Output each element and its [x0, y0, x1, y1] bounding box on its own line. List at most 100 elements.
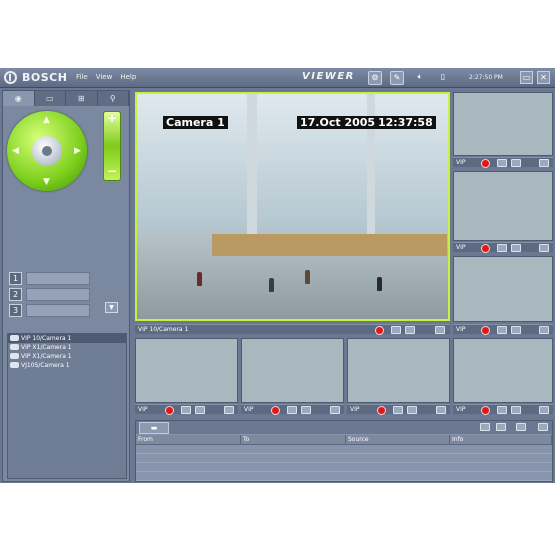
column-source[interactable]: Source	[346, 435, 450, 445]
record-button[interactable]	[377, 406, 386, 415]
pan-up-icon[interactable]: ▲	[43, 115, 50, 125]
title-bar: BOSCH File View Help VIEWER ⚙ ✎ 🔈︎ ▯ 2:2…	[0, 68, 555, 88]
pan-left-icon[interactable]: ◀	[12, 146, 19, 156]
thumbnail-video[interactable]	[453, 92, 553, 156]
thumbnail-video[interactable]	[453, 171, 553, 241]
event-log: ▬ From To Source Info	[135, 420, 553, 482]
print-icon[interactable]	[181, 406, 191, 414]
table-row[interactable]	[136, 455, 552, 463]
maximize-icon[interactable]	[539, 244, 549, 252]
camera-tree-item[interactable]: VJ10S/Camera 1	[8, 361, 126, 370]
pan-right-icon[interactable]: ▶	[74, 146, 81, 156]
maximize-icon[interactable]	[435, 326, 445, 334]
camera-tree: VIP 10/Camera 1 VIP X1/Camera 1 VIP X1/C…	[7, 333, 127, 479]
print-icon[interactable]	[393, 406, 403, 414]
tab-layout[interactable]: ⊞	[66, 91, 98, 106]
table-row[interactable]	[136, 464, 552, 472]
print-icon[interactable]	[497, 406, 507, 414]
preset-1-field[interactable]	[26, 272, 90, 285]
snapshot-icon[interactable]	[511, 159, 521, 167]
thumbnail-video[interactable]	[135, 338, 238, 403]
record-button[interactable]	[165, 406, 174, 415]
preset-2-button[interactable]: 2	[9, 288, 22, 301]
folder-tab-icon: ▭	[45, 94, 54, 103]
record-button[interactable]	[481, 326, 490, 335]
tools-icon[interactable]: ✎	[390, 71, 404, 85]
preset-2-field[interactable]	[26, 288, 90, 301]
thumbnail-controls: VIP	[453, 157, 553, 168]
speaker-icon[interactable]: 🔈︎	[413, 71, 427, 85]
maximize-icon[interactable]	[224, 406, 234, 414]
maximize-icon[interactable]	[539, 406, 549, 414]
zoom-in-icon[interactable]: +	[104, 111, 120, 125]
record-button[interactable]	[271, 406, 280, 415]
camera-tree-label: VJ10S/Camera 1	[21, 362, 70, 369]
preset-3-button[interactable]: 3	[9, 304, 22, 317]
snapshot-icon[interactable]	[301, 406, 311, 414]
main-video-label: VIP 10/Camera 1	[138, 326, 189, 333]
menu-help[interactable]: Help	[120, 73, 136, 81]
snapshot-icon[interactable]	[405, 326, 415, 334]
table-row[interactable]	[136, 446, 552, 454]
print-icon[interactable]	[497, 244, 507, 252]
tab-tools[interactable]: ⚲	[98, 91, 129, 106]
record-button[interactable]	[375, 326, 384, 335]
print-icon[interactable]	[391, 326, 401, 334]
menu-view[interactable]: View	[96, 73, 113, 81]
maximize-icon[interactable]	[538, 423, 548, 431]
column-from[interactable]: From	[136, 435, 241, 445]
close-button[interactable]: ✕	[537, 71, 550, 84]
record-button[interactable]	[481, 244, 490, 253]
column-info[interactable]: Info	[450, 435, 552, 445]
tab-cameras[interactable]: ▭	[35, 91, 66, 106]
column-to[interactable]: To	[241, 435, 346, 445]
zoom-out-icon[interactable]: −	[104, 164, 120, 178]
clock-icon[interactable]	[516, 423, 526, 431]
export-icon[interactable]	[496, 423, 506, 431]
thumbnail-video[interactable]	[347, 338, 450, 403]
preset-3-field[interactable]	[26, 304, 90, 317]
minimize-button[interactable]: ▭	[520, 71, 533, 84]
print-icon[interactable]	[497, 326, 507, 334]
thumbnail-video[interactable]	[241, 338, 344, 403]
record-button[interactable]	[481, 159, 490, 168]
tab-ptz[interactable]: ◉	[3, 91, 35, 106]
pan-down-icon[interactable]: ▼	[43, 177, 50, 187]
print-icon[interactable]	[287, 406, 297, 414]
maximize-icon[interactable]	[436, 406, 446, 414]
microphone-icon[interactable]: ▯	[436, 71, 450, 85]
zoom-slider[interactable]: + −	[103, 111, 121, 181]
snapshot-icon[interactable]	[511, 326, 521, 334]
snapshot-icon[interactable]	[195, 406, 205, 414]
camera-tree-item[interactable]: VIP X1/Camera 1	[8, 343, 126, 352]
menu-file[interactable]: File	[76, 73, 88, 81]
maximize-icon[interactable]	[539, 159, 549, 167]
preset-1-button[interactable]: 1	[9, 272, 22, 285]
maximize-icon[interactable]	[539, 326, 549, 334]
log-header: From To Source Info	[136, 435, 552, 445]
print-icon[interactable]	[497, 159, 507, 167]
snapshot-icon[interactable]	[511, 406, 521, 414]
settings-icon[interactable]: ⚙	[368, 71, 382, 85]
thumbnail-controls: VIP	[241, 404, 344, 415]
thumbnail-controls: VIP	[347, 404, 450, 415]
thumbnail-video[interactable]	[453, 256, 553, 322]
ptz-joystick[interactable]: ▲ ▼ ◀ ▶	[7, 111, 87, 191]
thumbnail-controls: VIP	[453, 404, 553, 415]
snapshot-icon[interactable]	[407, 406, 417, 414]
record-button[interactable]	[481, 406, 490, 415]
folder-icon[interactable]: ▬	[139, 422, 169, 434]
print-icon[interactable]	[480, 423, 490, 431]
camera-tree-item[interactable]: VIP 10/Camera 1	[8, 334, 126, 343]
camera-tree-item[interactable]: VIP X1/Camera 1	[8, 352, 126, 361]
table-row[interactable]	[136, 473, 552, 481]
snapshot-icon[interactable]	[511, 244, 521, 252]
preset-row-2: 2	[9, 288, 91, 301]
thumbnail-video[interactable]	[453, 338, 553, 403]
main-video-pane[interactable]: Camera 1 17.Oct 2005 12:37:58	[135, 92, 450, 321]
video-counter	[212, 234, 447, 256]
ptz-center-button[interactable]	[32, 136, 62, 166]
log-toolbar: ▬	[136, 421, 552, 434]
preset-dropdown-button[interactable]: ▼	[105, 302, 118, 313]
maximize-icon[interactable]	[330, 406, 340, 414]
